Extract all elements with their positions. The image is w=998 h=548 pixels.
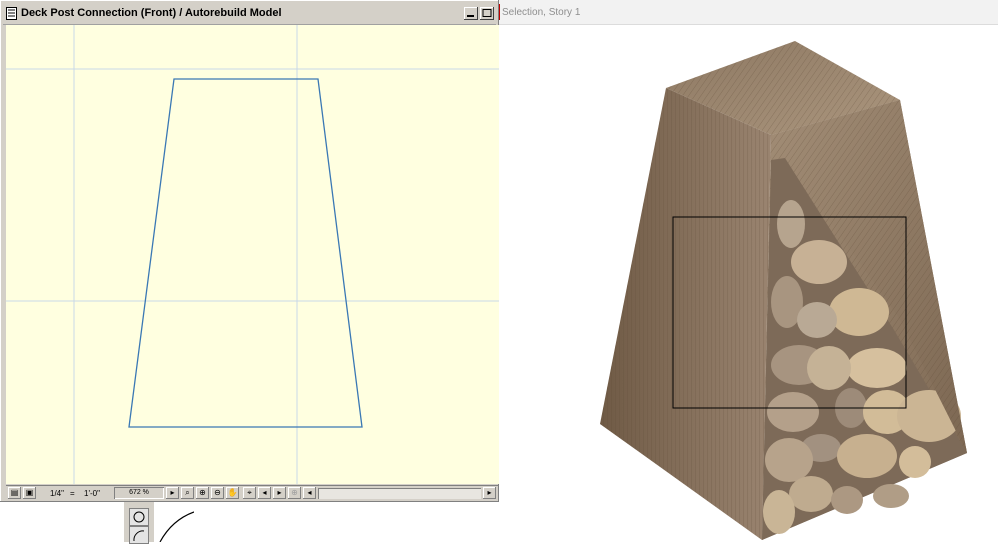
background-fragment	[0, 502, 124, 542]
circle-tool-icon[interactable]	[129, 508, 149, 526]
scroll-left-icon[interactable]: ◂	[303, 487, 316, 499]
window-3d: Selection, Story 1	[499, 0, 998, 542]
window-3d-title: Selection, Story 1	[502, 7, 581, 18]
fit-icon[interactable]: ⌖	[243, 487, 256, 499]
drawing-fragment	[154, 502, 195, 543]
window-3d-titlebar[interactable]: Selection, Story 1	[499, 0, 998, 25]
arc-tool-icon[interactable]	[129, 526, 149, 544]
zoom-in-icon[interactable]: ⊕	[196, 487, 209, 499]
zoom-field[interactable]: 672 %	[114, 487, 164, 499]
toolbox	[124, 502, 154, 544]
plan-drawing	[6, 25, 499, 484]
window-2d-title: Deck Post Connection (Front) / Autorebui…	[21, 7, 282, 19]
prev-zoom-icon[interactable]: ◂	[258, 487, 271, 499]
window-2d: Deck Post Connection (Front) / Autorebui…	[0, 0, 499, 502]
maximize-icon[interactable]	[480, 7, 494, 20]
next-zoom-disabled-icon: ⊕	[288, 487, 301, 499]
scale-equals: =	[70, 489, 75, 498]
status-bar: ▤ ▣ 1/4" = 1'-0" 672 % ▸ ⌕ ⊕ ⊖ ✋ ⌖ ◂ ▸ ⊕…	[6, 485, 498, 501]
horizontal-scrollbar[interactable]	[318, 488, 481, 499]
window-2d-titlebar[interactable]: Deck Post Connection (Front) / Autorebui…	[3, 3, 496, 25]
pan-icon[interactable]: ✋	[226, 487, 239, 499]
zoom-out-icon[interactable]: ⊖	[211, 487, 224, 499]
minimize-icon[interactable]	[464, 7, 478, 20]
render-3d[interactable]	[499, 0, 998, 542]
layers-icon[interactable]: ▤	[8, 487, 21, 499]
zoom-menu-icon[interactable]: ▸	[166, 487, 179, 499]
scroll-right-icon[interactable]: ▸	[483, 487, 496, 499]
scale-label[interactable]: 1/4"	[50, 486, 64, 501]
plan-canvas[interactable]	[6, 25, 499, 484]
window-edge-marker	[499, 4, 500, 20]
post-outline	[128, 78, 363, 428]
next-zoom-icon[interactable]: ▸	[273, 487, 286, 499]
zoom-box-icon[interactable]: ⌕	[181, 487, 194, 499]
view-icon[interactable]: ▣	[23, 487, 36, 499]
doc-icon	[6, 7, 17, 20]
scale-value[interactable]: 1'-0"	[84, 486, 100, 501]
